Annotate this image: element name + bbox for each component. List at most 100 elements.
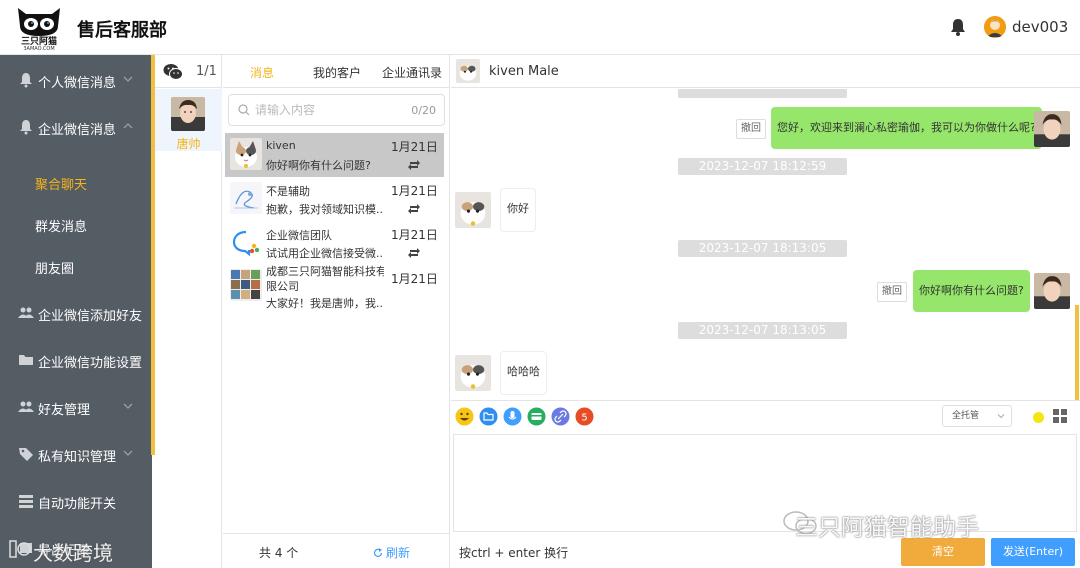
nav-add-friend[interactable]: 企业微信添加好友 — [0, 290, 152, 336]
session-total: 共 4 个 — [259, 546, 299, 560]
nav-sub-label: 群发消息 — [35, 220, 88, 235]
message-composer: 5 全托管 按ctrl + enter 换行 清空 发送(Enter) — [451, 400, 1080, 568]
chevron-down-icon — [997, 414, 1005, 419]
bell-icon — [20, 120, 32, 135]
nav-label: 好友管理 — [38, 403, 91, 418]
account-item[interactable]: 唐帅 — [155, 89, 222, 151]
chevron-up-icon — [123, 123, 133, 129]
session-item[interactable]: kiven 你好啊你有什么问题? 1月21日 — [225, 133, 444, 177]
app-window: 三只阿猫 3AMAO.COM 售后客服部 dev003 个人微信消息 企业微信消… — [0, 0, 1080, 568]
session-item[interactable]: 企业微信团队 试试用企业微信接受微... 1月21日 — [225, 221, 444, 265]
panda-logo-icon — [18, 8, 60, 36]
sync-icon — [408, 204, 420, 214]
chevron-down-icon — [123, 450, 133, 456]
username[interactable]: dev003 — [1012, 18, 1068, 36]
link-icon[interactable] — [551, 407, 570, 426]
chat-scrollbar[interactable] — [1075, 305, 1079, 400]
account-column: 1/1 唐帅 — [155, 55, 222, 568]
wechat-account-watermark: 三只阿猫智能助手 — [795, 515, 979, 541]
nav-sub-moments[interactable]: 朋友圈 — [0, 245, 152, 287]
plus-icon[interactable] — [1033, 412, 1044, 423]
session-item[interactable]: 不是辅助 抱歉，我对领域知识模... 1月21日 — [225, 177, 444, 221]
newline-hint: 按ctrl + enter 换行 — [459, 546, 569, 560]
clear-button[interactable]: 清空 — [901, 538, 985, 566]
users-icon — [18, 307, 34, 318]
peer-message-avatar — [455, 355, 491, 391]
peer-gender: Male — [528, 64, 559, 79]
emoji-icon[interactable] — [455, 407, 474, 426]
message-input[interactable] — [453, 434, 1077, 532]
session-preview: 试试用企业微信接受微... — [266, 247, 384, 260]
card-icon[interactable] — [527, 407, 546, 426]
tab-my-customers[interactable]: 我的客户 — [313, 64, 361, 81]
session-item[interactable]: 成都三只阿猫智能科技有 限公司 大家好！我是唐帅，我... 1月21日 — [225, 263, 444, 317]
session-preview: 大家好！我是唐帅，我... — [266, 297, 384, 310]
nav-auto-switch[interactable]: 自动功能开关 — [0, 478, 152, 524]
brand-watermark-icon — [9, 540, 31, 558]
nav-enterprise-wechat[interactable]: 企业微信消息 — [0, 104, 152, 150]
user-avatar[interactable] — [984, 16, 1006, 38]
refresh-button[interactable]: 刷新 — [373, 544, 410, 561]
session-preview: 抱歉，我对领域知识模... — [266, 203, 384, 216]
session-date: 1月21日 — [391, 272, 438, 286]
nav-sub-aggregate-chat[interactable]: 聚合聊天 — [0, 161, 152, 203]
cat-avatar — [230, 138, 262, 170]
session-name-line2: 限公司 — [266, 280, 299, 293]
nav-label: 个人微信消息 — [38, 76, 117, 91]
timestamp: 2023-12-07 18:13:05 — [678, 322, 847, 339]
nav-personal-wechat[interactable]: 个人微信消息 — [0, 57, 152, 103]
recall-button[interactable]: 撤回 — [877, 282, 907, 302]
nav-sub-label: 朋友圈 — [35, 262, 75, 277]
recall-button[interactable]: 撤回 — [736, 119, 766, 139]
notification-bell-icon[interactable] — [948, 17, 968, 37]
tag-icon — [19, 448, 33, 461]
peer-name: kiven — [489, 64, 525, 79]
account-name: 唐帅 — [176, 137, 201, 151]
tab-messages[interactable]: 消息 — [250, 64, 274, 81]
users-icon — [18, 401, 34, 412]
grid-icon[interactable] — [1053, 409, 1067, 423]
refresh-label: 刷新 — [386, 546, 411, 560]
wecom-avatar — [230, 226, 262, 258]
tab-enterprise-contacts[interactable]: 企业通讯录 — [382, 64, 442, 81]
nav-function-settings[interactable]: 企业微信功能设置 — [0, 337, 152, 383]
incoming-bubble: 你好 — [500, 188, 536, 232]
chat-panel: kiven Male 撤回 您好，欢迎来到澜心私密瑜伽，我可以为你做什么呢? 2… — [451, 55, 1080, 568]
html5-icon[interactable]: 5 — [575, 407, 594, 426]
incoming-bubble: 哈哈哈 — [500, 351, 547, 395]
wechat-icon — [163, 64, 183, 80]
sync-icon — [408, 248, 420, 258]
own-avatar — [1034, 273, 1070, 309]
session-name: 企业微信团队 — [266, 229, 332, 242]
folder-icon[interactable] — [479, 407, 498, 426]
own-avatar — [1034, 111, 1070, 147]
nav-sub-mass-message[interactable]: 群发消息 — [0, 203, 152, 245]
nav-label: 企业微信功能设置 — [38, 356, 143, 371]
message-list: 撤回 您好，欢迎来到澜心私密瑜伽，我可以为你做什么呢? 2023-12-07 1… — [451, 89, 1080, 399]
session-list-footer: 共 4 个 刷新 — [223, 533, 450, 568]
server-icon — [19, 495, 33, 508]
microphone-icon[interactable] — [503, 407, 522, 426]
account-avatar — [171, 97, 205, 131]
logo: 三只阿猫 3AMAO.COM — [14, 4, 64, 52]
search-box: 0/20 — [228, 94, 445, 126]
mode-select[interactable]: 全托管 — [942, 405, 1012, 427]
peer-message-avatar — [455, 192, 491, 228]
nav-label: 私有知识管理 — [38, 450, 117, 465]
nav-friend-management[interactable]: 好友管理 — [0, 384, 152, 430]
nav-sub-label: 聚合聊天 — [35, 178, 88, 193]
outgoing-bubble: 你好啊你有什么问题? — [913, 270, 1030, 312]
peer-avatar — [456, 59, 480, 83]
search-icon — [238, 104, 250, 116]
nav-label: 自动功能开关 — [38, 497, 117, 512]
nav-label: 企业微信消息 — [38, 123, 117, 138]
search-input[interactable] — [255, 101, 405, 119]
send-button[interactable]: 发送(Enter) — [991, 538, 1075, 566]
left-nav: 个人微信消息 企业微信消息 聚合聊天 群发消息 朋友圈 企业微信添加好友 企业微… — [0, 55, 152, 568]
chat-header: kiven Male — [451, 55, 1080, 88]
folder-icon — [19, 355, 33, 365]
nav-knowledge-management[interactable]: 私有知识管理 — [0, 431, 152, 477]
session-date: 1月21日 — [391, 184, 438, 198]
timestamp: 2023-12-07 18:13:05 — [678, 240, 847, 257]
bell-icon — [20, 73, 32, 88]
